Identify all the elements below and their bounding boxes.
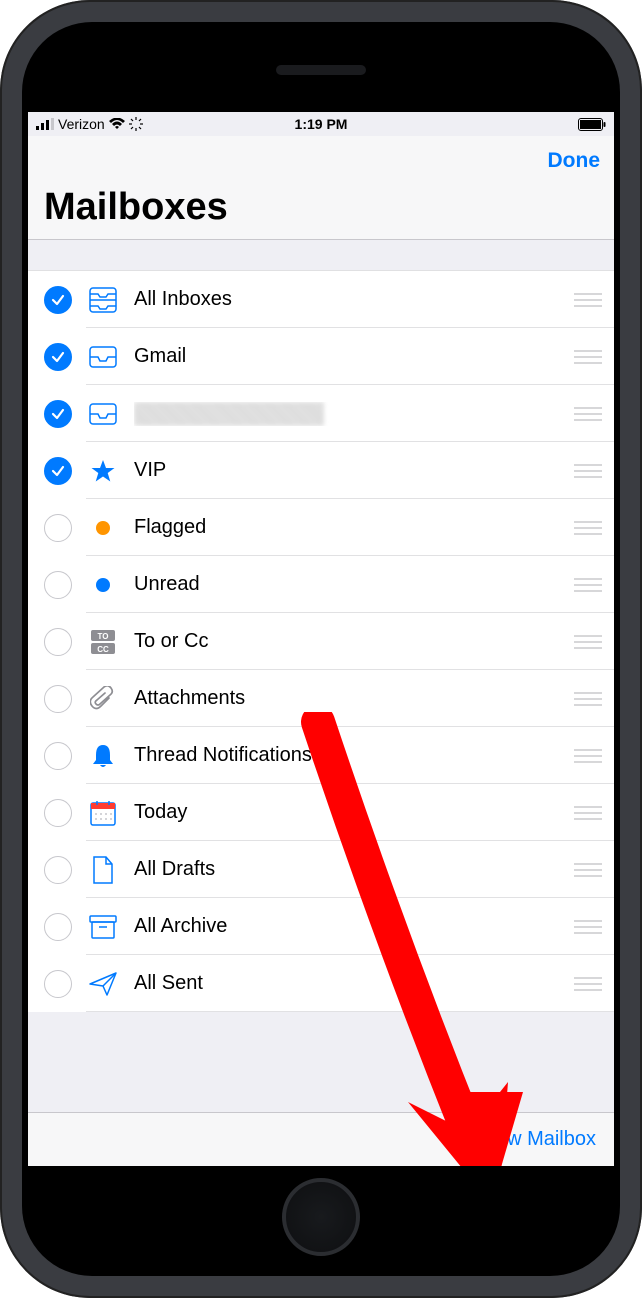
mailbox-label: Flagged (134, 516, 574, 539)
checkbox[interactable] (44, 286, 72, 314)
screen-bezel: Verizon 1:19 PM Done Mailboxes All Inbox… (22, 22, 620, 1276)
dot-blue-icon (86, 577, 120, 593)
mailbox-row-unread[interactable]: Unread (28, 556, 614, 613)
mailbox-row-sent[interactable]: All Sent (28, 955, 614, 1012)
tray-icon (86, 346, 120, 368)
mailbox-label: Attachments (134, 687, 574, 710)
mailbox-row-gmail[interactable]: Gmail (28, 328, 614, 385)
mailbox-label: Thread Notifications (134, 744, 574, 767)
mailbox-row-vip[interactable]: VIP (28, 442, 614, 499)
mailbox-label: All Sent (134, 972, 574, 995)
checkbox[interactable] (44, 628, 72, 656)
mailbox-row-drafts[interactable]: All Drafts (28, 841, 614, 898)
status-time: 1:19 PM (28, 116, 614, 132)
stacked-tray-icon (86, 287, 120, 313)
calendar-icon (86, 800, 120, 826)
svg-text:TO: TO (98, 632, 109, 641)
checkbox[interactable] (44, 970, 72, 998)
sent-icon (86, 972, 120, 996)
home-button[interactable] (282, 1178, 360, 1256)
phone-frame: Verizon 1:19 PM Done Mailboxes All Inbox… (0, 0, 642, 1298)
drag-handle-icon[interactable] (574, 350, 602, 364)
mailbox-row-flagged[interactable]: Flagged (28, 499, 614, 556)
checkbox[interactable] (44, 571, 72, 599)
drag-handle-icon[interactable] (574, 464, 602, 478)
checkbox[interactable] (44, 457, 72, 485)
done-button[interactable]: Done (548, 149, 601, 173)
mailbox-label: VIP (134, 459, 574, 482)
checkbox[interactable] (44, 742, 72, 770)
mailbox-row-attachments[interactable]: Attachments (28, 670, 614, 727)
checkbox[interactable] (44, 514, 72, 542)
archive-icon (86, 915, 120, 939)
nav-bar: Done Mailboxes (28, 136, 614, 240)
checkbox[interactable] (44, 685, 72, 713)
drag-handle-icon[interactable] (574, 293, 602, 307)
mailbox-row-today[interactable]: Today (28, 784, 614, 841)
checkbox[interactable] (44, 799, 72, 827)
new-mailbox-button[interactable]: New Mailbox (482, 1128, 596, 1151)
screen: Verizon 1:19 PM Done Mailboxes All Inbox… (28, 112, 614, 1166)
bell-icon (86, 743, 120, 769)
checkbox[interactable] (44, 343, 72, 371)
drag-handle-icon[interactable] (574, 578, 602, 592)
drag-handle-icon[interactable] (574, 635, 602, 649)
tray-icon (86, 403, 120, 425)
mailbox-label: Unread (134, 573, 574, 596)
status-bar: Verizon 1:19 PM (28, 112, 614, 136)
redacted-label (134, 402, 324, 426)
star-icon (86, 459, 120, 483)
drag-handle-icon[interactable] (574, 977, 602, 991)
drag-handle-icon[interactable] (574, 521, 602, 535)
phone-speaker (276, 65, 366, 75)
drag-handle-icon[interactable] (574, 920, 602, 934)
mailbox-label (134, 402, 574, 426)
mailbox-row-thread[interactable]: Thread Notifications (28, 727, 614, 784)
mailbox-label: All Archive (134, 915, 574, 938)
drag-handle-icon[interactable] (574, 407, 602, 421)
page-title: Mailboxes (28, 186, 614, 239)
mailbox-row-all-inboxes[interactable]: All Inboxes (28, 271, 614, 328)
mailbox-label: Today (134, 801, 574, 824)
bottom-toolbar: New Mailbox (28, 1112, 614, 1166)
checkbox[interactable] (44, 400, 72, 428)
drag-handle-icon[interactable] (574, 692, 602, 706)
mailbox-label: All Inboxes (134, 288, 574, 311)
mailbox-list: All Inboxes Gmail VIP Flagged Unread TO CC To o… (28, 270, 614, 1012)
dot-orange-icon (86, 520, 120, 536)
mailbox-row-archive[interactable]: All Archive (28, 898, 614, 955)
mailbox-label: All Drafts (134, 858, 574, 881)
mailbox-row-to-cc[interactable]: TO CC To or Cc (28, 613, 614, 670)
tocc-icon: TO CC (86, 629, 120, 655)
svg-text:CC: CC (97, 645, 109, 654)
checkbox[interactable] (44, 913, 72, 941)
checkbox[interactable] (44, 856, 72, 884)
drag-handle-icon[interactable] (574, 863, 602, 877)
drag-handle-icon[interactable] (574, 749, 602, 763)
paperclip-icon (86, 686, 120, 712)
drag-handle-icon[interactable] (574, 806, 602, 820)
mailbox-row-redacted[interactable] (28, 385, 614, 442)
draft-icon (86, 856, 120, 884)
mailbox-label: Gmail (134, 345, 574, 368)
mailbox-label: To or Cc (134, 630, 574, 653)
